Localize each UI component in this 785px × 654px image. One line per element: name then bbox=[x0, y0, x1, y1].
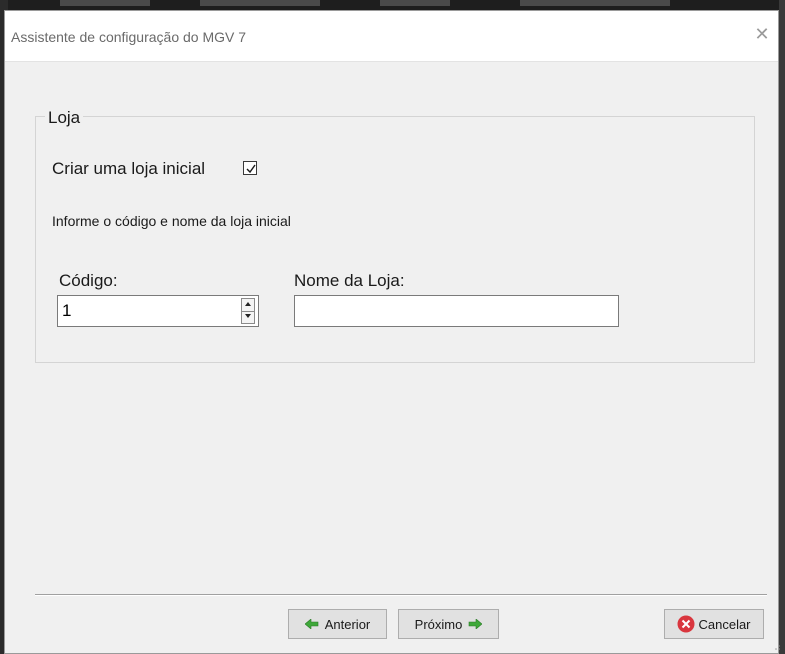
cancel-icon bbox=[677, 615, 695, 633]
resize-grip-icon[interactable] bbox=[773, 643, 781, 651]
spin-up-icon bbox=[245, 302, 251, 306]
desktop-taskbar-segment bbox=[380, 0, 450, 6]
spin-down-button[interactable] bbox=[242, 311, 254, 323]
arrow-left-icon bbox=[304, 619, 319, 629]
store-name-label: Nome da Loja: bbox=[294, 271, 405, 290]
spin-buttons bbox=[241, 298, 255, 324]
previous-button-label: Anterior bbox=[324, 616, 371, 632]
code-value[interactable]: 1 bbox=[62, 301, 71, 321]
store-name-input[interactable] bbox=[294, 295, 619, 327]
checkmark-icon bbox=[246, 164, 256, 174]
close-icon[interactable]: ✕ bbox=[752, 23, 772, 45]
desktop-taskbar-segment bbox=[520, 0, 670, 6]
code-label: Código: bbox=[59, 271, 118, 290]
spin-down-icon bbox=[245, 314, 251, 318]
footer-divider-highlight bbox=[35, 595, 767, 596]
previous-button[interactable]: Anterior bbox=[288, 609, 387, 639]
title-bar: Assistente de configuração do MGV 7 ✕ bbox=[5, 11, 778, 62]
create-store-label[interactable]: Criar uma loja inicial bbox=[52, 159, 205, 179]
next-button-label: Próximo bbox=[414, 616, 463, 632]
info-text: Informe o código e nome da loja inicial bbox=[52, 213, 291, 229]
cancel-button[interactable]: Cancelar bbox=[664, 609, 764, 639]
arrow-right-icon bbox=[469, 619, 483, 629]
window-title: Assistente de configuração do MGV 7 bbox=[11, 29, 247, 45]
create-store-checkbox[interactable] bbox=[243, 161, 257, 175]
desktop-taskbar-segment bbox=[200, 0, 320, 6]
desktop-background-right bbox=[779, 0, 785, 654]
code-stepper[interactable]: 1 bbox=[57, 295, 259, 327]
cancel-button-label: Cancelar bbox=[698, 616, 751, 632]
next-button[interactable]: Próximo bbox=[398, 609, 499, 639]
desktop-taskbar-segment bbox=[60, 0, 150, 6]
store-group-legend: Loja bbox=[45, 108, 84, 128]
